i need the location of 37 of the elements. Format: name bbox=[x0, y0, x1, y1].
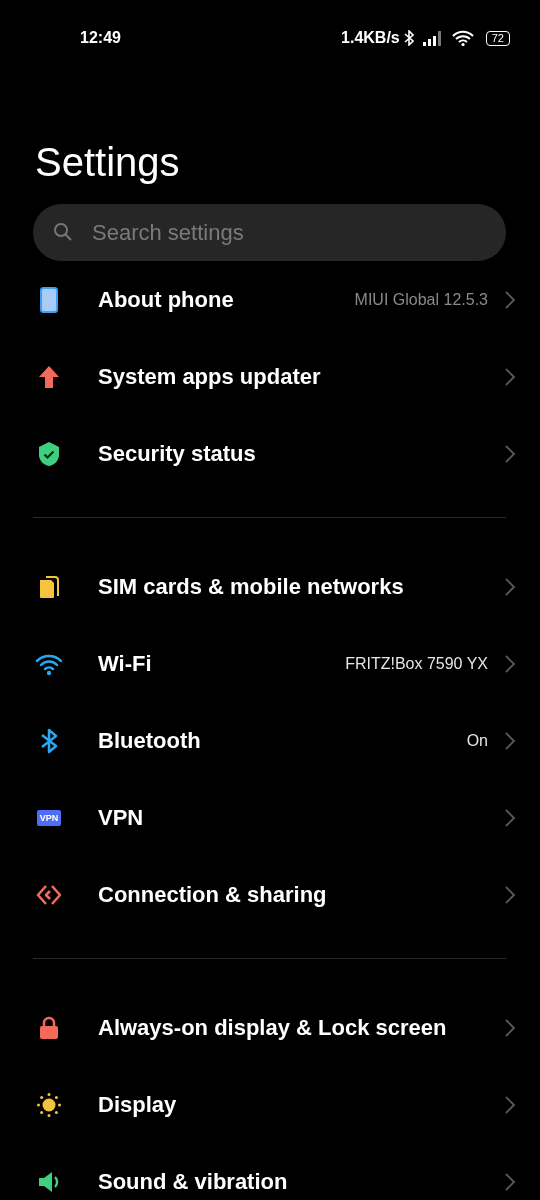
settings-item[interactable]: Connection & sharing bbox=[0, 856, 540, 933]
clock-time: 12:49 bbox=[80, 28, 121, 48]
search-field[interactable]: Search settings bbox=[33, 204, 506, 261]
signal-icon bbox=[421, 30, 444, 46]
settings-item[interactable]: Display bbox=[0, 1066, 540, 1143]
chevron-right-icon bbox=[504, 443, 516, 464]
setting-value: FRITZ!Box 7590 YX bbox=[345, 653, 488, 674]
page-title: Settings bbox=[35, 139, 181, 186]
vpn-icon: VPN bbox=[37, 809, 61, 826]
chevron-right-icon bbox=[504, 807, 516, 828]
chevron-right-icon bbox=[504, 576, 516, 597]
bluetooth-icon bbox=[403, 30, 414, 46]
settings-item[interactable]: Security status bbox=[0, 415, 540, 492]
setting-value: MIUI Global 12.5.3 bbox=[354, 289, 488, 310]
chevron-right-icon bbox=[504, 289, 516, 310]
settings-item[interactable]: About phone MIUI Global 12.5.3 bbox=[0, 261, 540, 338]
battery-level: 72 bbox=[485, 30, 510, 46]
chevron-right-icon bbox=[504, 653, 516, 674]
chevron-right-icon bbox=[504, 1017, 516, 1038]
network-speed: 1.4KB/s bbox=[341, 28, 400, 48]
settings-item[interactable]: Wi-Fi FRITZ!Box 7590 YX bbox=[0, 625, 540, 702]
sun-icon bbox=[36, 1091, 62, 1118]
settings-item[interactable]: Always-on display & Lock screen bbox=[0, 989, 540, 1066]
settings-item[interactable]: Bluetooth On bbox=[0, 702, 540, 779]
settings-item[interactable]: SIM cards & mobile networks bbox=[0, 548, 540, 625]
wifi-icon bbox=[451, 30, 474, 46]
chevron-right-icon bbox=[504, 1171, 516, 1192]
chevron-right-icon bbox=[504, 1094, 516, 1115]
settings-item[interactable]: VPN VPN bbox=[0, 779, 540, 856]
settings-item[interactable]: System apps updater bbox=[0, 338, 540, 415]
chevron-right-icon bbox=[504, 366, 516, 387]
shield-icon bbox=[36, 440, 62, 467]
setting-value: On bbox=[466, 730, 488, 751]
search-icon bbox=[53, 222, 73, 242]
chevron-right-icon bbox=[504, 884, 516, 905]
chevron-right-icon bbox=[504, 730, 516, 751]
settings-item[interactable]: Sound & vibration bbox=[0, 1143, 540, 1200]
